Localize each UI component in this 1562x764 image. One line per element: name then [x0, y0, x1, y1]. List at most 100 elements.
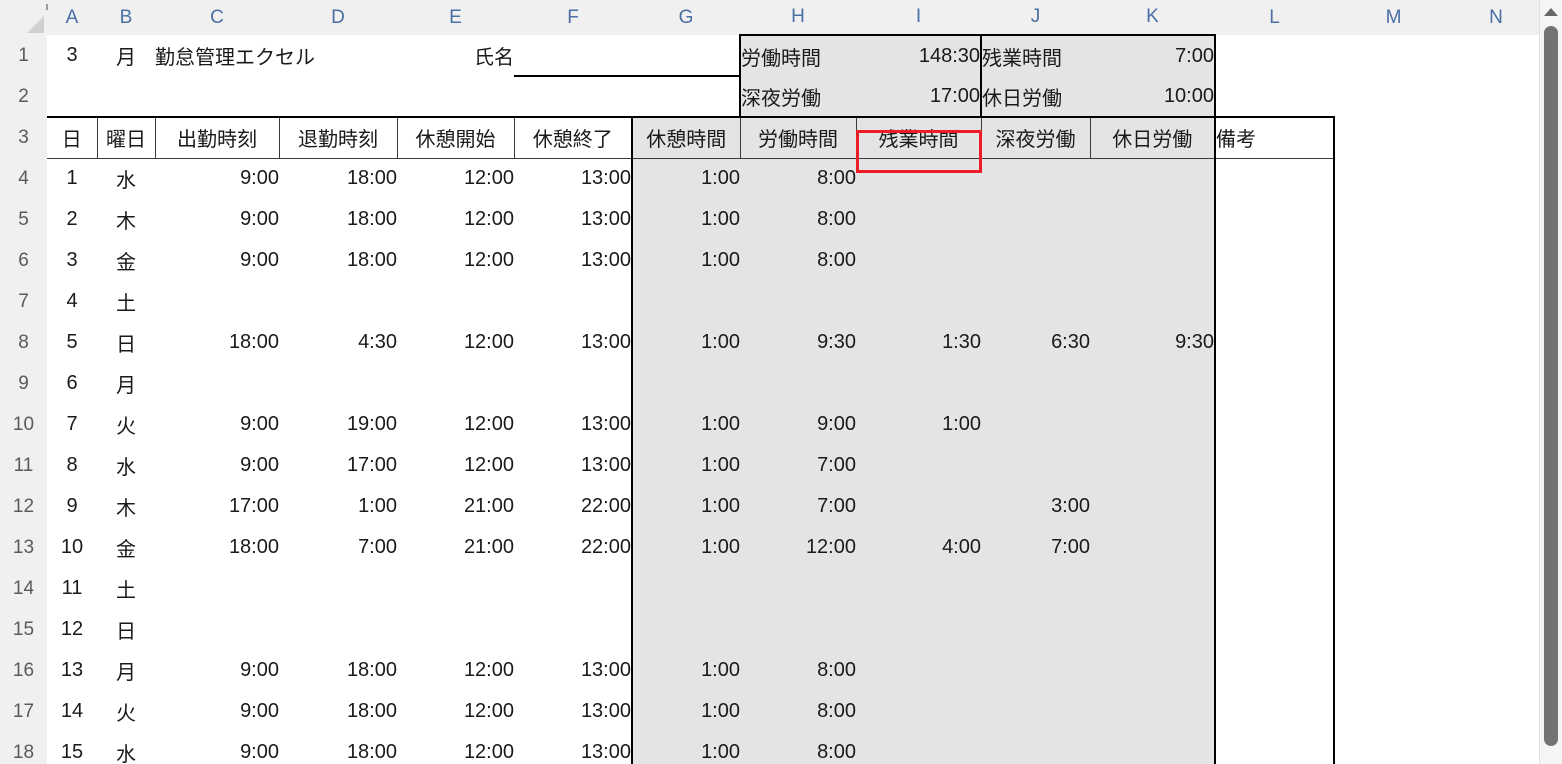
cell-weekday[interactable]: 金 [97, 527, 155, 568]
cell-clock-out[interactable]: 18:00 [279, 199, 397, 240]
cell-holiday-work[interactable] [1090, 568, 1215, 609]
cell-clock-out[interactable]: 7:00 [279, 527, 397, 568]
cell-clock-in[interactable]: 9:00 [155, 732, 279, 764]
cell-n[interactable] [1453, 527, 1539, 568]
select-all-corner[interactable] [0, 0, 47, 35]
cell-holiday-work[interactable] [1090, 609, 1215, 650]
cell-night-work[interactable] [981, 650, 1090, 691]
cell-weekday[interactable]: 日 [97, 609, 155, 650]
cell-n[interactable] [1453, 322, 1539, 363]
cell-note[interactable] [1215, 650, 1334, 691]
cell-weekday[interactable]: 火 [97, 404, 155, 445]
cell-day[interactable]: 3 [47, 240, 97, 281]
cell-holiday-work[interactable] [1090, 650, 1215, 691]
cell-n2[interactable] [1453, 76, 1539, 117]
cell-a1-month-number[interactable]: 3 [47, 35, 97, 76]
cell-weekday[interactable]: 水 [97, 445, 155, 486]
cell-note[interactable] [1215, 445, 1334, 486]
cell-break-time[interactable]: 1:00 [632, 650, 740, 691]
cell-break-end[interactable] [514, 568, 632, 609]
cell-night-work[interactable] [981, 691, 1090, 732]
row-header[interactable]: 16 [0, 650, 47, 691]
cell-work-time[interactable]: 8:00 [740, 199, 856, 240]
cell-overtime[interactable] [856, 691, 981, 732]
vertical-scrollbar[interactable] [1539, 0, 1562, 764]
cell-work-time[interactable]: 9:30 [740, 322, 856, 363]
cell-work-time[interactable]: 8:00 [740, 650, 856, 691]
cell-day[interactable]: 12 [47, 609, 97, 650]
column-header-g[interactable]: G [632, 0, 740, 35]
cell-weekday[interactable]: 月 [97, 650, 155, 691]
cell-break-start[interactable]: 12:00 [397, 158, 514, 199]
cell-holiday-work[interactable] [1090, 281, 1215, 322]
cell-work-time[interactable]: 8:00 [740, 158, 856, 199]
column-header-e[interactable]: E [397, 0, 514, 35]
cell-j2-holiday-work-label[interactable]: 休日労働 [981, 76, 1090, 117]
cell-overtime[interactable] [856, 445, 981, 486]
cell-note[interactable] [1215, 732, 1334, 764]
cell-clock-in[interactable]: 18:00 [155, 527, 279, 568]
cell-m3[interactable] [1334, 117, 1453, 158]
cell-clock-out[interactable]: 4:30 [279, 322, 397, 363]
cell-overtime[interactable] [856, 363, 981, 404]
cell-n[interactable] [1453, 445, 1539, 486]
cell-day[interactable]: 8 [47, 445, 97, 486]
cell-break-time[interactable] [632, 609, 740, 650]
column-header-i[interactable]: I [856, 0, 981, 35]
cell-n[interactable] [1453, 732, 1539, 764]
cell-m[interactable] [1334, 445, 1453, 486]
cell-e1-name-label[interactable]: 氏名 [397, 35, 514, 76]
cell-n[interactable] [1453, 691, 1539, 732]
header-cell-work-time[interactable]: 労働時間 [740, 117, 856, 158]
cell-holiday-work[interactable] [1090, 158, 1215, 199]
cell-n[interactable] [1453, 363, 1539, 404]
cell-clock-out[interactable]: 18:00 [279, 158, 397, 199]
cell-day[interactable]: 9 [47, 486, 97, 527]
cell-m[interactable] [1334, 691, 1453, 732]
cell-overtime[interactable] [856, 240, 981, 281]
row-header-1[interactable]: 1 [0, 35, 47, 76]
cell-night-work[interactable] [981, 568, 1090, 609]
cell-night-work[interactable] [981, 609, 1090, 650]
cell-m[interactable] [1334, 609, 1453, 650]
cell-holiday-work[interactable] [1090, 240, 1215, 281]
cell-break-end[interactable] [514, 281, 632, 322]
cell-note[interactable] [1215, 527, 1334, 568]
cell-break-start[interactable]: 12:00 [397, 445, 514, 486]
cell-note[interactable] [1215, 158, 1334, 199]
cell-night-work[interactable] [981, 199, 1090, 240]
cell-work-time[interactable]: 12:00 [740, 527, 856, 568]
cell-day[interactable]: 2 [47, 199, 97, 240]
cell-weekday[interactable]: 火 [97, 691, 155, 732]
column-header-a[interactable]: A [47, 0, 97, 35]
cell-clock-in[interactable] [155, 609, 279, 650]
cell-break-time[interactable]: 1:00 [632, 240, 740, 281]
header-cell-holiday-work[interactable]: 休日労働 [1090, 117, 1215, 158]
cell-m[interactable] [1334, 281, 1453, 322]
cell-n[interactable] [1453, 281, 1539, 322]
cell-break-end[interactable]: 13:00 [514, 158, 632, 199]
cell-clock-out[interactable]: 1:00 [279, 486, 397, 527]
cell-weekday[interactable]: 木 [97, 199, 155, 240]
row-header[interactable]: 4 [0, 158, 47, 199]
row-header[interactable]: 5 [0, 199, 47, 240]
cell-holiday-work[interactable] [1090, 445, 1215, 486]
cell-clock-in[interactable]: 9:00 [155, 199, 279, 240]
cell-break-time[interactable]: 1:00 [632, 158, 740, 199]
cell-break-end[interactable] [514, 363, 632, 404]
column-header-d[interactable]: D [279, 0, 397, 35]
cell-n3[interactable] [1453, 117, 1539, 158]
cell-m1[interactable] [1334, 35, 1453, 76]
cell-clock-in[interactable]: 9:00 [155, 158, 279, 199]
cell-note[interactable] [1215, 691, 1334, 732]
row-header[interactable]: 15 [0, 609, 47, 650]
cell-holiday-work[interactable] [1090, 527, 1215, 568]
cell-day[interactable]: 13 [47, 650, 97, 691]
cell-night-work[interactable]: 3:00 [981, 486, 1090, 527]
cell-n[interactable] [1453, 486, 1539, 527]
cell-note[interactable] [1215, 568, 1334, 609]
cell-night-work[interactable] [981, 445, 1090, 486]
cell-weekday[interactable]: 水 [97, 732, 155, 764]
cell-e2[interactable] [397, 76, 514, 117]
cell-note[interactable] [1215, 281, 1334, 322]
